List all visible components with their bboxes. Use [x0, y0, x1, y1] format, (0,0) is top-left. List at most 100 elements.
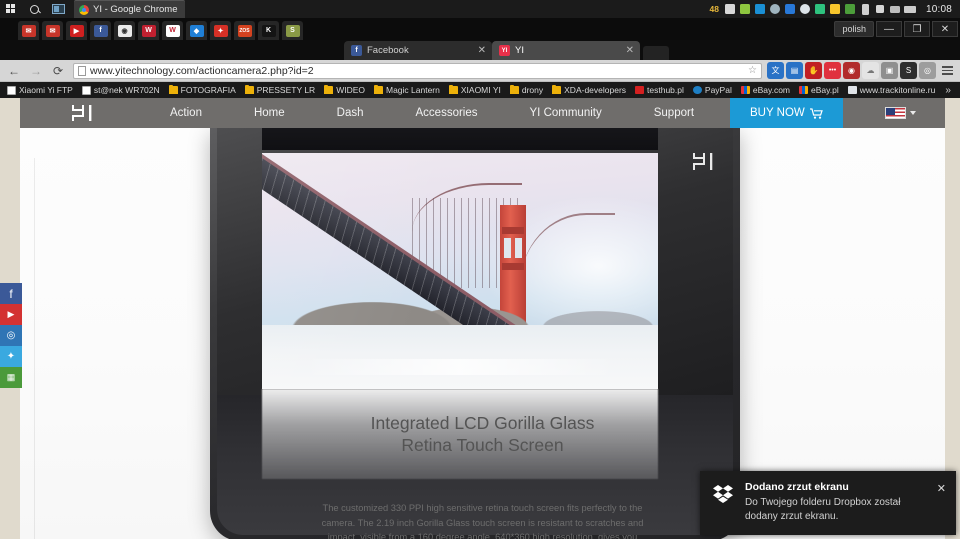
ghostery-extension-icon[interactable]: ◉ — [843, 62, 860, 79]
social-qr-icon[interactable]: ▦ — [0, 367, 22, 388]
document-icon — [81, 85, 91, 95]
chain-icon[interactable] — [768, 0, 783, 18]
back-button[interactable]: ← — [3, 60, 25, 82]
usb-icon[interactable] — [858, 0, 873, 18]
tab-yi[interactable]: YI YI ✕ — [492, 41, 640, 60]
bookmark-item[interactable]: PayPal — [689, 85, 736, 95]
gmail2-shortcut[interactable]: ✉ — [42, 21, 63, 40]
kw-shortcut[interactable]: K — [258, 21, 279, 40]
nav-item-dash[interactable]: Dash — [311, 107, 390, 119]
cloud-extension-icon[interactable]: ☁ — [862, 62, 879, 79]
google-docs-extension-icon[interactable]: ▤ — [786, 62, 803, 79]
stylish-extension-icon[interactable]: S — [900, 62, 917, 79]
adblock-extension-icon[interactable]: ✋ — [805, 62, 822, 79]
clock[interactable]: 10:08 — [926, 4, 952, 15]
bookmark-item[interactable]: Xiaomi Yi FTP — [3, 85, 77, 95]
dropbox-icon[interactable] — [813, 0, 828, 18]
chrome-menu-icon[interactable] — [937, 60, 957, 82]
bookmark-item[interactable]: PRESSETY LR — [241, 84, 319, 95]
bookmark-item[interactable]: drony — [506, 84, 547, 95]
tab-close-icon[interactable]: ✕ — [626, 45, 634, 56]
bookmark-label: eBay.pl — [811, 85, 839, 95]
social-youtube-icon[interactable]: ▶ — [0, 304, 22, 325]
social-twitter-icon[interactable]: ✦ — [0, 346, 22, 367]
bookmark-item[interactable]: FOTOGRAFIA — [165, 84, 240, 95]
start-button[interactable] — [0, 0, 22, 18]
bookmark-item[interactable]: st@nek WR702N — [78, 85, 164, 95]
evernote-icon[interactable] — [738, 0, 753, 18]
nav-links: Action Home Dash Accessories YI Communit… — [144, 107, 720, 119]
maximize-button[interactable]: ❐ — [904, 21, 930, 37]
language-indicator[interactable]: polish — [834, 21, 874, 37]
yi-logo[interactable] — [70, 103, 104, 123]
nav-item-yi-community[interactable]: YI Community — [504, 107, 628, 119]
screenshot-extension-icon[interactable]: ▣ — [881, 62, 898, 79]
forward-button[interactable]: → — [25, 60, 47, 82]
bookmark-item[interactable]: eBay.pl — [795, 85, 843, 95]
nav-item-action[interactable]: Action — [144, 107, 228, 119]
nav-item-home[interactable]: Home — [228, 107, 311, 119]
social-facebook-icon[interactable]: f — [0, 283, 22, 304]
bookmark-item[interactable]: Magic Lantern — [370, 84, 444, 95]
bookmark-item[interactable]: XIAOMI YI — [445, 84, 505, 95]
dropbox-notification[interactable]: Dodano zrzut ekranu Do Twojego folderu D… — [700, 471, 956, 535]
bluetooth-icon[interactable] — [783, 0, 798, 18]
volume-icon[interactable] — [873, 0, 888, 18]
translate-extension-icon[interactable]: 文 — [767, 62, 784, 79]
wordpress-shortcut[interactable]: W — [138, 21, 159, 40]
disc-extension-icon[interactable]: ◎ — [919, 62, 936, 79]
camera-product-image — [210, 128, 740, 539]
reload-button[interactable]: ⟳ — [47, 60, 69, 82]
tab-close-icon[interactable]: ✕ — [478, 45, 486, 56]
wifi-icon[interactable] — [888, 0, 903, 18]
search-icon[interactable] — [22, 0, 46, 18]
tab-facebook[interactable]: f Facebook ✕ — [344, 41, 492, 60]
us-flag-icon — [884, 107, 906, 119]
bookmarks-overflow-button[interactable]: » — [940, 85, 956, 96]
instagram-shortcut[interactable]: ◉ — [114, 21, 135, 40]
tab-strip: f Facebook ✕ YI YI ✕ — [0, 40, 960, 60]
bookmark-item[interactable]: www.trackitonline.ru — [844, 85, 940, 95]
taskbar-item-chrome[interactable]: YI - Google Chrome — [74, 0, 186, 18]
nav-item-accessories[interactable]: Accessories — [390, 107, 504, 119]
bookmark-label: FOTOGRAFIA — [180, 85, 236, 95]
sketch-shortcut[interactable]: S — [282, 21, 303, 40]
bookmark-item[interactable]: eBay.com — [737, 85, 794, 95]
task-view-icon[interactable] — [46, 0, 70, 18]
allegro-shortcut[interactable]: ✦ — [210, 21, 231, 40]
gmail-shortcut[interactable]: ✉ — [18, 21, 39, 40]
bookmarks-bar: Xiaomi Yi FTP st@nek WR702N FOTOGRAFIA P… — [0, 82, 960, 98]
google-drive-icon[interactable] — [828, 0, 843, 18]
site-navigation: Action Home Dash Accessories YI Communit… — [20, 98, 945, 128]
track-icon — [847, 86, 857, 94]
nvidia-icon[interactable] — [843, 0, 858, 18]
notification-close-icon[interactable]: ✕ — [937, 482, 946, 495]
calendar-icon[interactable] — [723, 0, 738, 18]
screen: YI - Google Chrome 48 10:08 ✉ ✉ ▶ f ◉ W … — [0, 0, 960, 539]
page-info-icon[interactable] — [78, 65, 86, 76]
minimize-button[interactable]: — — [876, 21, 902, 37]
zos-shortcut[interactable]: ZOS — [234, 21, 255, 40]
bookmark-item[interactable]: WIDEO — [320, 84, 369, 95]
wykop-shortcut[interactable]: W — [162, 21, 183, 40]
nav-item-support[interactable]: Support — [628, 107, 720, 119]
close-button[interactable]: ✕ — [932, 21, 958, 37]
folder-icon — [448, 84, 458, 94]
onedrive-icon[interactable] — [798, 0, 813, 18]
battery-icon[interactable] — [903, 0, 918, 18]
facebook-shortcut[interactable]: f — [90, 21, 111, 40]
youtube-shortcut[interactable]: ▶ — [66, 21, 87, 40]
buy-now-button[interactable]: BUY NOW — [730, 98, 843, 128]
pocket-extension-icon[interactable]: ••• — [824, 62, 841, 79]
locale-selector[interactable] — [884, 107, 916, 119]
folder-icon — [244, 84, 254, 94]
dropbox-shortcut[interactable]: ◆ — [186, 21, 207, 40]
bookmark-item[interactable]: testhub.pl — [631, 85, 688, 95]
teamviewer-icon[interactable] — [753, 0, 768, 18]
bookmark-item[interactable]: XDA-developers — [548, 84, 630, 95]
bookmark-star-icon[interactable]: ☆ — [748, 65, 757, 76]
new-tab-button[interactable] — [643, 46, 669, 60]
social-instagram-icon[interactable]: ◎ — [0, 325, 22, 346]
paypal-icon — [692, 86, 702, 94]
address-bar[interactable]: www.yitechnology.com/actioncamera2.php?i… — [73, 62, 762, 79]
